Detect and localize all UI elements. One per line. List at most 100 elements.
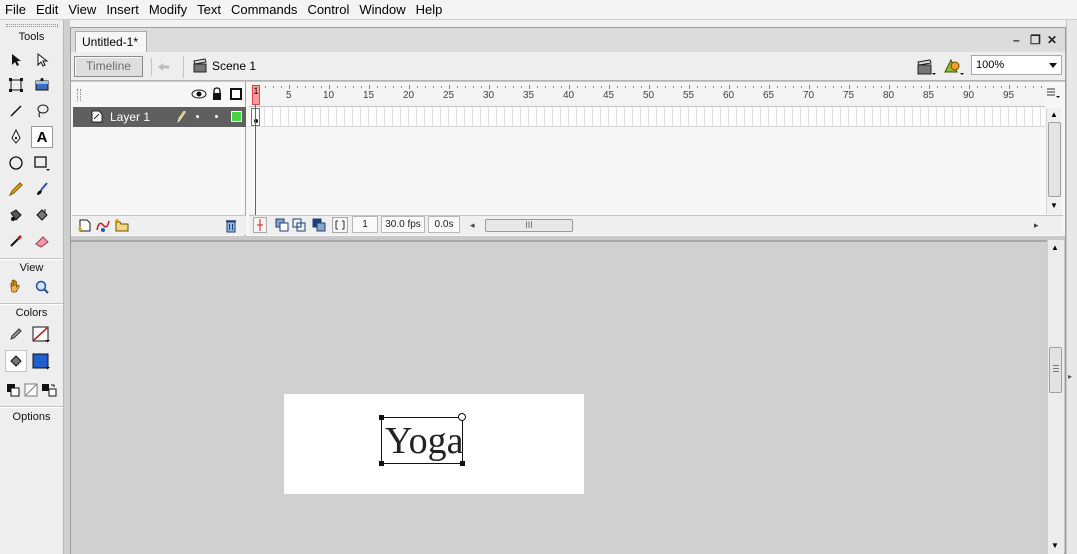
scroll-left-icon[interactable]: ◂ [470,220,475,231]
selection-tool-icon[interactable] [5,49,27,71]
layer-row[interactable]: Layer 1 [73,107,246,127]
menu-window[interactable]: Window [354,0,410,20]
new-layer-icon[interactable] [77,218,93,236]
visibility-dot[interactable] [196,115,199,118]
view-divider [0,303,63,305]
swap-colors-icon[interactable] [40,379,58,401]
zoom-tool-icon[interactable] [31,276,53,298]
pencil-tool-icon[interactable] [5,178,27,200]
stroke-color-swatch[interactable] [30,323,52,345]
timeline-scroll-thumb[interactable] [1048,122,1061,197]
frame-ruler[interactable] [249,83,1045,107]
stage-scroll-down-icon[interactable]: ▼ [1051,541,1059,550]
black-white-icon[interactable] [4,379,22,401]
playhead[interactable]: 1 [252,85,260,105]
minimize-icon[interactable]: – [1013,33,1020,47]
outline-color-swatch[interactable] [231,111,242,122]
fill-color-swatch[interactable] [30,350,52,372]
center-frame-icon[interactable] [253,217,267,233]
right-panel-edge[interactable]: ▸ [1066,20,1077,554]
layer-page-icon [91,110,103,126]
edit-scene-icon[interactable] [915,57,937,80]
zoom-select[interactable]: 100% [971,55,1062,75]
new-folder-icon[interactable] [114,218,130,236]
lasso-tool-icon[interactable] [31,100,53,122]
add-motion-guide-icon[interactable] [95,218,111,236]
menu-insert[interactable]: Insert [101,0,144,20]
stage-scroll-up-icon[interactable]: ▲ [1051,243,1059,252]
edit-bar-divider [183,56,184,78]
lock-dot[interactable] [215,115,218,118]
modify-onion-markers-icon[interactable] [332,217,348,233]
current-frame-field[interactable]: 1 [352,216,378,233]
scroll-down-icon[interactable]: ▼ [1050,201,1058,210]
resize-handle-top-left[interactable] [379,415,384,420]
back-arrow-icon[interactable] [151,58,173,76]
panel-grip[interactable] [6,24,58,27]
timeline-horizontal-scroll-thumb[interactable]: III [485,219,573,232]
timeline-toggle-button[interactable]: Timeline [74,56,143,77]
scene-clapper-icon [192,58,208,77]
stage-scroll-thumb[interactable] [1049,347,1062,393]
paint-bucket-tool-icon[interactable] [31,204,53,226]
hand-tool-icon[interactable] [5,276,27,298]
thumb-grip-line [1053,365,1059,366]
frame-rate-field[interactable]: 30.0 fps [381,216,425,233]
document-tab-bar [71,28,1065,52]
stage-text[interactable]: Yoga [385,419,464,463]
oval-tool-icon[interactable] [5,152,27,174]
trash-icon[interactable] [224,218,238,236]
pen-tool-icon[interactable] [5,126,27,148]
lock-icon[interactable] [211,87,223,104]
tools-heading: Tools [18,31,45,43]
menu-view[interactable]: View [63,0,101,20]
menu-text[interactable]: Text [192,0,226,20]
rectangle-tool-icon[interactable] [31,152,53,174]
no-color-icon[interactable] [22,379,40,401]
brush-tool-icon[interactable] [31,178,53,200]
text-tool-icon[interactable]: A [31,126,53,148]
timeline-vertical-scrollbar[interactable]: ▲ ▼ [1046,108,1062,214]
view-heading: View [19,262,44,274]
timeline-options-icon[interactable] [1046,87,1060,102]
outline-toggle-icon[interactable] [230,88,242,100]
timeline-grip[interactable] [77,89,81,101]
line-tool-icon[interactable] [5,100,27,122]
subselection-tool-icon[interactable] [31,49,53,71]
stage-vertical-scrollbar[interactable]: ▲ ▼ [1047,240,1064,554]
menu-file[interactable]: File [0,0,31,20]
layer-frames-row[interactable] [249,108,1045,127]
document-tab[interactable]: Untitled-1* [75,31,147,52]
menu-help[interactable]: Help [411,0,448,20]
menu-commands[interactable]: Commands [226,0,302,20]
playhead-line [255,105,256,230]
resize-handle-bottom-left[interactable] [379,461,384,466]
fill-bucket-icon [5,350,27,372]
stroke-pencil-icon [5,323,27,345]
thumb-grip-line [1053,371,1059,372]
edit-symbols-icon[interactable] [943,57,965,80]
options-heading: Options [12,411,51,423]
show-hide-eye-icon[interactable] [191,88,207,103]
eraser-tool-icon[interactable] [31,230,53,252]
restore-icon[interactable]: ❐ [1030,33,1041,47]
menu-edit[interactable]: Edit [31,0,63,20]
ink-bottle-tool-icon[interactable] [5,204,27,226]
free-transform-tool-icon[interactable] [5,74,27,96]
onion-skin-icon[interactable] [275,218,289,235]
menu-modify[interactable]: Modify [144,0,192,20]
eyedropper-tool-icon[interactable] [5,230,27,252]
onion-skin-outlines-icon[interactable] [292,218,306,235]
scroll-right-icon[interactable]: ▸ [1034,220,1039,231]
text-width-handle[interactable] [458,413,466,421]
scroll-up-icon[interactable]: ▲ [1050,110,1058,119]
thumb-grip-line [1053,368,1059,369]
scene-label[interactable]: Scene 1 [212,59,256,73]
menu-control[interactable]: Control [302,0,354,20]
chevron-down-icon[interactable] [1047,57,1059,73]
close-icon[interactable]: ✕ [1047,33,1057,47]
panel-collapse-icon[interactable]: ▸ [1068,372,1072,381]
resize-handle-bottom-right[interactable] [460,461,465,466]
edit-multiple-frames-icon[interactable] [312,218,326,235]
gradient-transform-tool-icon[interactable] [31,74,53,96]
